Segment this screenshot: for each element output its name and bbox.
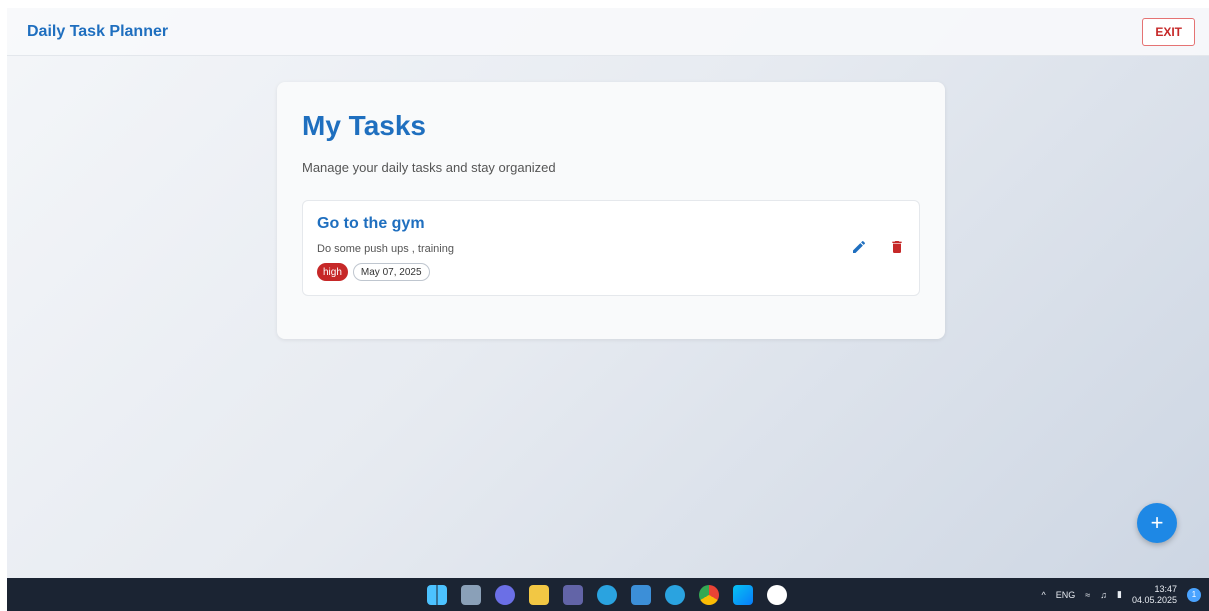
task-description: Do some push ups , training	[317, 243, 454, 255]
wifi-icon[interactable]: ≈	[1085, 590, 1090, 600]
telegram-icon[interactable]	[597, 585, 617, 605]
task-title: Go to the gym	[317, 215, 425, 232]
app-title: Daily Task Planner	[27, 22, 169, 40]
chevron-up-icon[interactable]: ^	[1042, 590, 1046, 600]
task-card: Go to the gym Do some push ups , trainin…	[302, 200, 920, 296]
chrome-icon[interactable]	[699, 585, 719, 605]
app-bar: Daily Task Planner EXIT	[7, 8, 1209, 56]
delete-icon[interactable]	[887, 237, 907, 257]
clock[interactable]: 13:47 04.05.2025	[1132, 584, 1177, 606]
monitor-icon[interactable]	[631, 585, 651, 605]
taskbar: ^ ENG ≈ ♫ ▮ 13:47 04.05.2025 1	[7, 578, 1209, 611]
task-view-icon[interactable]	[461, 585, 481, 605]
windows-start-icon[interactable]	[427, 585, 447, 605]
battery-icon[interactable]: ▮	[1117, 589, 1122, 600]
due-date-chip: May 07, 2025	[352, 263, 430, 281]
mongodb-icon[interactable]	[767, 585, 787, 605]
task-tags: high May 07, 2025	[317, 263, 905, 281]
page-title: My Tasks	[302, 110, 426, 141]
page-subtitle: Manage your daily tasks and stay organiz…	[302, 160, 556, 175]
clock-time: 13:47	[1154, 583, 1177, 594]
tasks-panel: My Tasks Manage your daily tasks and sta…	[277, 82, 945, 339]
clock-date: 04.05.2025	[1131, 594, 1177, 605]
edit-icon[interactable]	[849, 237, 869, 257]
webstorm-icon[interactable]	[733, 585, 753, 605]
task-actions	[849, 237, 907, 257]
taskbar-apps	[427, 585, 787, 605]
volume-icon[interactable]: ♫	[1100, 590, 1107, 600]
app-screen: Daily Task Planner EXIT My Tasks Manage …	[7, 8, 1209, 578]
file-explorer-icon[interactable]	[529, 585, 549, 605]
telegram-alt-icon[interactable]	[665, 585, 685, 605]
system-tray: ^ ENG ≈ ♫ ▮ 13:47 04.05.2025 1	[1042, 578, 1201, 611]
priority-chip: high	[317, 263, 348, 281]
language-indicator[interactable]: ENG	[1056, 590, 1076, 600]
exit-button[interactable]: EXIT	[1142, 17, 1195, 46]
add-task-button[interactable]: +	[1137, 503, 1177, 543]
chat-icon[interactable]	[495, 585, 515, 605]
notification-badge[interactable]: 1	[1187, 587, 1201, 602]
teams-icon[interactable]	[563, 585, 583, 605]
